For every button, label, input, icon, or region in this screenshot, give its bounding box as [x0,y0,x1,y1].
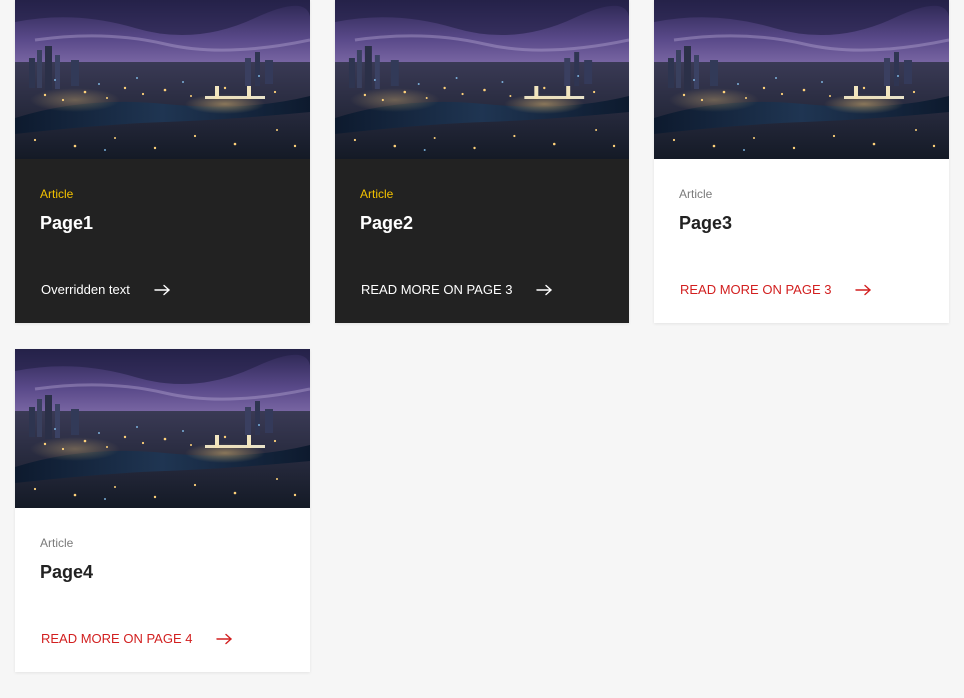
article-thumbnail[interactable] [335,0,629,159]
city-night-skyline-image [15,349,310,508]
city-night-skyline-image [654,0,949,159]
city-night-skyline-image [335,0,629,159]
read-more-link[interactable]: READ MORE ON PAGE 3 [361,281,553,299]
article-thumbnail[interactable] [15,349,310,508]
card-title[interactable]: Page4 [40,560,93,584]
article-card-page4[interactable]: Article Page4 READ MORE ON PAGE 4 [15,349,310,672]
card-category: Article [40,187,74,201]
city-night-skyline-image [15,0,310,159]
read-more-label: READ MORE ON PAGE 3 [680,282,832,297]
card-category: Article [679,187,713,201]
read-more-link[interactable]: READ MORE ON PAGE 3 [680,281,872,299]
read-more-label: Overridden text [41,282,130,297]
arrow-right-icon [154,284,171,296]
card-title[interactable]: Page1 [40,211,93,235]
read-more-label: READ MORE ON PAGE 3 [361,282,513,297]
article-card-page2[interactable]: Article Page2 READ MORE ON PAGE 3 [335,0,629,323]
card-category: Article [40,536,74,550]
read-more-label: READ MORE ON PAGE 4 [41,631,193,646]
card-title[interactable]: Page3 [679,211,732,235]
arrow-right-icon [216,633,233,645]
arrow-right-icon [536,284,553,296]
read-more-link[interactable]: Overridden text [41,281,171,299]
article-card-page3[interactable]: Article Page3 READ MORE ON PAGE 3 [654,0,949,323]
article-card-page1[interactable]: Article Page1 Overridden text [15,0,310,323]
article-thumbnail[interactable] [654,0,949,159]
article-thumbnail[interactable] [15,0,310,159]
card-category: Article [360,187,394,201]
arrow-right-icon [855,284,872,296]
read-more-link[interactable]: READ MORE ON PAGE 4 [41,630,233,648]
card-title[interactable]: Page2 [360,211,413,235]
